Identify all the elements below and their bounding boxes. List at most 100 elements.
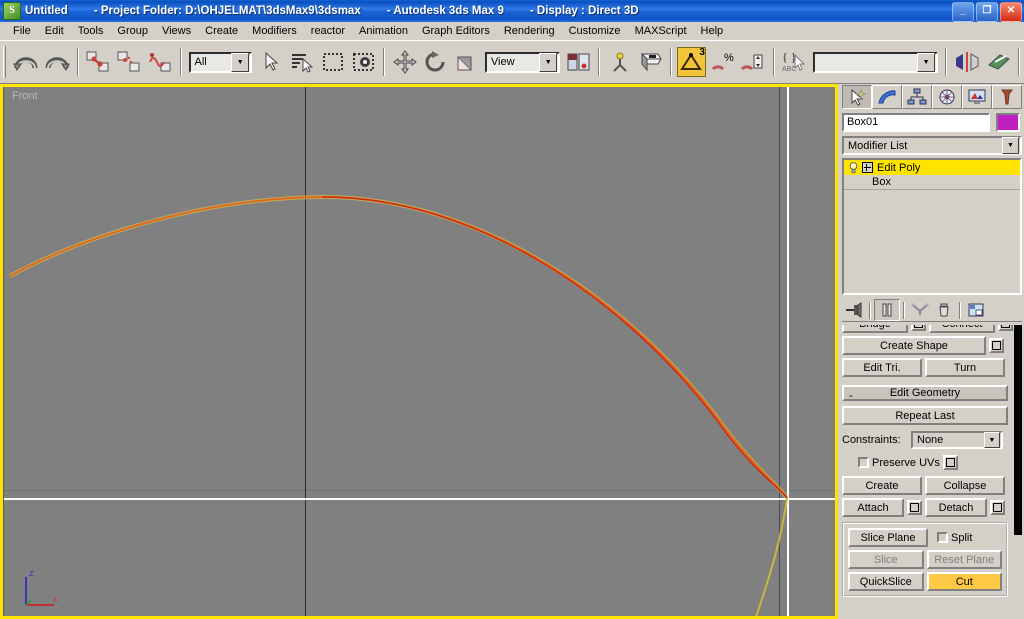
chevron-down-icon[interactable]: ▼ [539, 52, 558, 72]
menu-item-modifiers[interactable]: Modifiers [245, 24, 304, 38]
select-and-scale-button[interactable] [452, 47, 481, 77]
edit-geometry-rollout-header[interactable]: - Edit Geometry [842, 385, 1008, 402]
menu-item-maxscript[interactable]: MAXScript [628, 24, 694, 38]
attach-settings-button[interactable] [907, 500, 922, 515]
constraints-dropdown[interactable]: None ▼ [911, 431, 1003, 449]
minimize-button[interactable]: _ [952, 2, 974, 22]
preserve-uvs-settings-button[interactable] [942, 455, 958, 470]
create-shape-button[interactable]: Create Shape [842, 336, 986, 355]
percent-snap-toggle-button[interactable] [739, 47, 768, 77]
menu-item-help[interactable]: Help [694, 24, 731, 38]
preserve-uvs-row: Preserve UVs [842, 455, 1014, 470]
select-and-manipulate-button[interactable] [605, 47, 634, 77]
bridge-button[interactable]: Bridge [842, 325, 908, 333]
named-selection-sets-button[interactable]: { } ABC [780, 47, 809, 77]
remove-modifier-button[interactable] [932, 300, 956, 320]
close-button[interactable]: ✕ [1000, 2, 1022, 22]
scrollbar-thumb[interactable] [1014, 325, 1022, 535]
rollout-area[interactable]: Bridge Connect Create Shape Edit Tri. Tu… [842, 325, 1022, 617]
reference-coordinate-dropdown[interactable]: View ▼ [484, 51, 561, 73]
reset-plane-button: Reset Plane [926, 550, 1002, 569]
toolbar-separator [179, 48, 182, 76]
object-name-input[interactable]: Box01 [842, 112, 990, 132]
collapse-button[interactable]: Collapse [925, 476, 1005, 495]
rollout-scrollbar[interactable] [1014, 325, 1022, 617]
show-end-result-button[interactable] [874, 299, 900, 321]
menu-item-tools[interactable]: Tools [71, 24, 111, 38]
select-and-rotate-button[interactable] [421, 47, 450, 77]
detach-settings-button[interactable] [990, 500, 1005, 515]
menu-item-animation[interactable]: Animation [352, 24, 415, 38]
preserve-uvs-checkbox[interactable] [858, 457, 869, 468]
window-controls: _ ❐ ✕ [952, 2, 1022, 22]
quickslice-button[interactable]: QuickSlice [848, 572, 924, 591]
select-object-button[interactable] [256, 47, 285, 77]
menu-item-reactor[interactable]: reactor [304, 24, 352, 38]
bind-to-space-warp-button[interactable] [146, 47, 175, 77]
modifier-stack[interactable]: Edit Poly Box [842, 158, 1022, 295]
menu-item-views[interactable]: Views [155, 24, 198, 38]
menu-item-graph-editors[interactable]: Graph Editors [415, 24, 497, 38]
front-viewport[interactable]: Front z x [4, 86, 836, 617]
align-button[interactable] [984, 47, 1013, 77]
edit-geometry-title: Edit Geometry [889, 387, 961, 399]
menu-item-rendering[interactable]: Rendering [497, 24, 562, 38]
edit-tri-button[interactable]: Edit Tri. [842, 358, 922, 377]
modify-tab[interactable] [872, 85, 902, 109]
create-shape-settings-button[interactable] [989, 338, 1004, 353]
snaps-toggle-button[interactable]: 3 [676, 47, 706, 77]
slice-plane-button[interactable]: Slice Plane [848, 528, 928, 547]
chevron-down-icon[interactable]: ▼ [231, 52, 250, 72]
turn-button[interactable]: Turn [925, 358, 1005, 377]
redo-button[interactable] [43, 47, 72, 77]
menu-item-group[interactable]: Group [110, 24, 155, 38]
hierarchy-tab[interactable] [902, 85, 932, 109]
select-and-link-button[interactable] [84, 47, 113, 77]
quickslice-cut-row: QuickSlice Cut [848, 572, 1002, 591]
toolbar-grip[interactable] [3, 46, 8, 78]
configure-modifier-sets-button[interactable] [964, 300, 988, 320]
selection-filter-dropdown[interactable]: All ▼ [188, 51, 253, 73]
menu-item-customize[interactable]: Customize [562, 24, 628, 38]
pin-stack-button[interactable] [842, 300, 866, 320]
connect-button[interactable]: Connect [929, 325, 995, 333]
select-and-move-button[interactable] [390, 47, 419, 77]
stack-item-edit-poly[interactable]: Edit Poly [844, 160, 1020, 175]
mirror-button[interactable] [952, 47, 982, 77]
modifier-list-dropdown[interactable]: Modifier List ▼ [842, 136, 1022, 155]
attach-button[interactable]: Attach [842, 498, 904, 517]
object-color-swatch[interactable] [996, 112, 1020, 132]
menu-item-file[interactable]: File [6, 24, 38, 38]
maximize-button[interactable]: ❐ [976, 2, 998, 22]
display-tab[interactable] [962, 85, 992, 109]
bridge-settings-button[interactable] [911, 325, 926, 331]
keyboard-shortcut-override-button[interactable] [636, 47, 665, 77]
detach-button[interactable]: Detach [925, 498, 987, 517]
rectangular-selection-region-button[interactable] [318, 47, 347, 77]
stack-item-box[interactable]: Box [844, 175, 1020, 190]
cut-button[interactable]: Cut [926, 572, 1002, 591]
unlink-selection-button[interactable] [115, 47, 144, 77]
chevron-down-icon[interactable]: ▼ [1002, 137, 1019, 154]
connect-settings-button[interactable] [998, 325, 1013, 331]
make-unique-button[interactable] [908, 300, 932, 320]
select-by-name-button[interactable] [287, 47, 316, 77]
utilities-tab[interactable] [992, 85, 1022, 109]
split-checkbox[interactable] [937, 532, 948, 543]
named-selection-sets-field[interactable]: ▼ [812, 51, 939, 73]
expand-stack-icon[interactable] [862, 162, 873, 173]
chevron-down-icon[interactable]: ▼ [984, 432, 1000, 448]
motion-tab[interactable] [932, 85, 962, 109]
light-bulb-icon[interactable] [848, 161, 859, 174]
angle-snap-toggle-button[interactable]: % [708, 47, 737, 77]
create-tab[interactable] [842, 85, 872, 109]
chevron-down-icon[interactable]: ▼ [917, 52, 936, 72]
repeat-last-button[interactable]: Repeat Last [842, 406, 1008, 425]
use-pivot-point-center-button[interactable] [564, 47, 593, 77]
undo-button[interactable] [12, 47, 41, 77]
window-crossing-button[interactable] [349, 47, 378, 77]
modifier-stack-toolbar [842, 299, 1022, 322]
menu-item-edit[interactable]: Edit [38, 24, 71, 38]
menu-item-create[interactable]: Create [198, 24, 245, 38]
create-button[interactable]: Create [842, 476, 922, 495]
